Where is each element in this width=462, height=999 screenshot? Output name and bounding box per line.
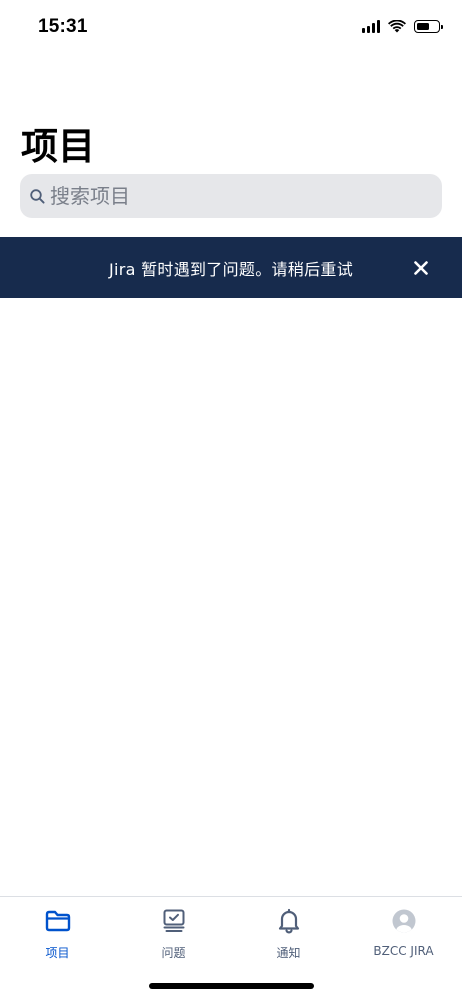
folder-icon	[45, 907, 71, 935]
tab-notifications[interactable]: 通知	[231, 907, 346, 967]
issues-icon	[162, 907, 186, 935]
battery-icon	[414, 20, 443, 33]
search-input[interactable]	[50, 176, 420, 216]
avatar-icon	[392, 907, 416, 935]
app-screen: 15:31 项目 搜索项目 Jira 暂时遇到了问题。请稍后重试 项目 问题 通…	[0, 0, 462, 999]
home-indicator	[149, 983, 314, 989]
page-title: 项目	[21, 125, 95, 168]
banner-close-button[interactable]	[410, 257, 432, 279]
bell-icon	[277, 907, 301, 935]
tab-projects[interactable]: 项目	[0, 907, 115, 967]
close-icon	[414, 261, 428, 275]
tab-issues[interactable]: 问题	[116, 907, 231, 967]
status-icons	[362, 20, 443, 33]
cellular-signal-icon	[362, 20, 380, 33]
tab-account[interactable]: BZCC JIRA	[346, 907, 461, 967]
tab-account-label: BZCC JIRA	[373, 944, 434, 958]
tab-projects-label: 项目	[45, 946, 70, 960]
search-icon	[29, 188, 45, 204]
tab-notifications-label: 通知	[276, 946, 301, 960]
status-bar: 15:31	[0, 0, 462, 58]
search-bar[interactable]	[20, 174, 442, 218]
wifi-icon	[388, 20, 406, 33]
error-banner: Jira 暂时遇到了问题。请稍后重试	[0, 237, 462, 298]
banner-message: Jira 暂时遇到了问题。请稍后重试	[108, 259, 354, 279]
tab-issues-label: 问题	[161, 946, 186, 960]
status-time: 15:31	[38, 16, 88, 37]
